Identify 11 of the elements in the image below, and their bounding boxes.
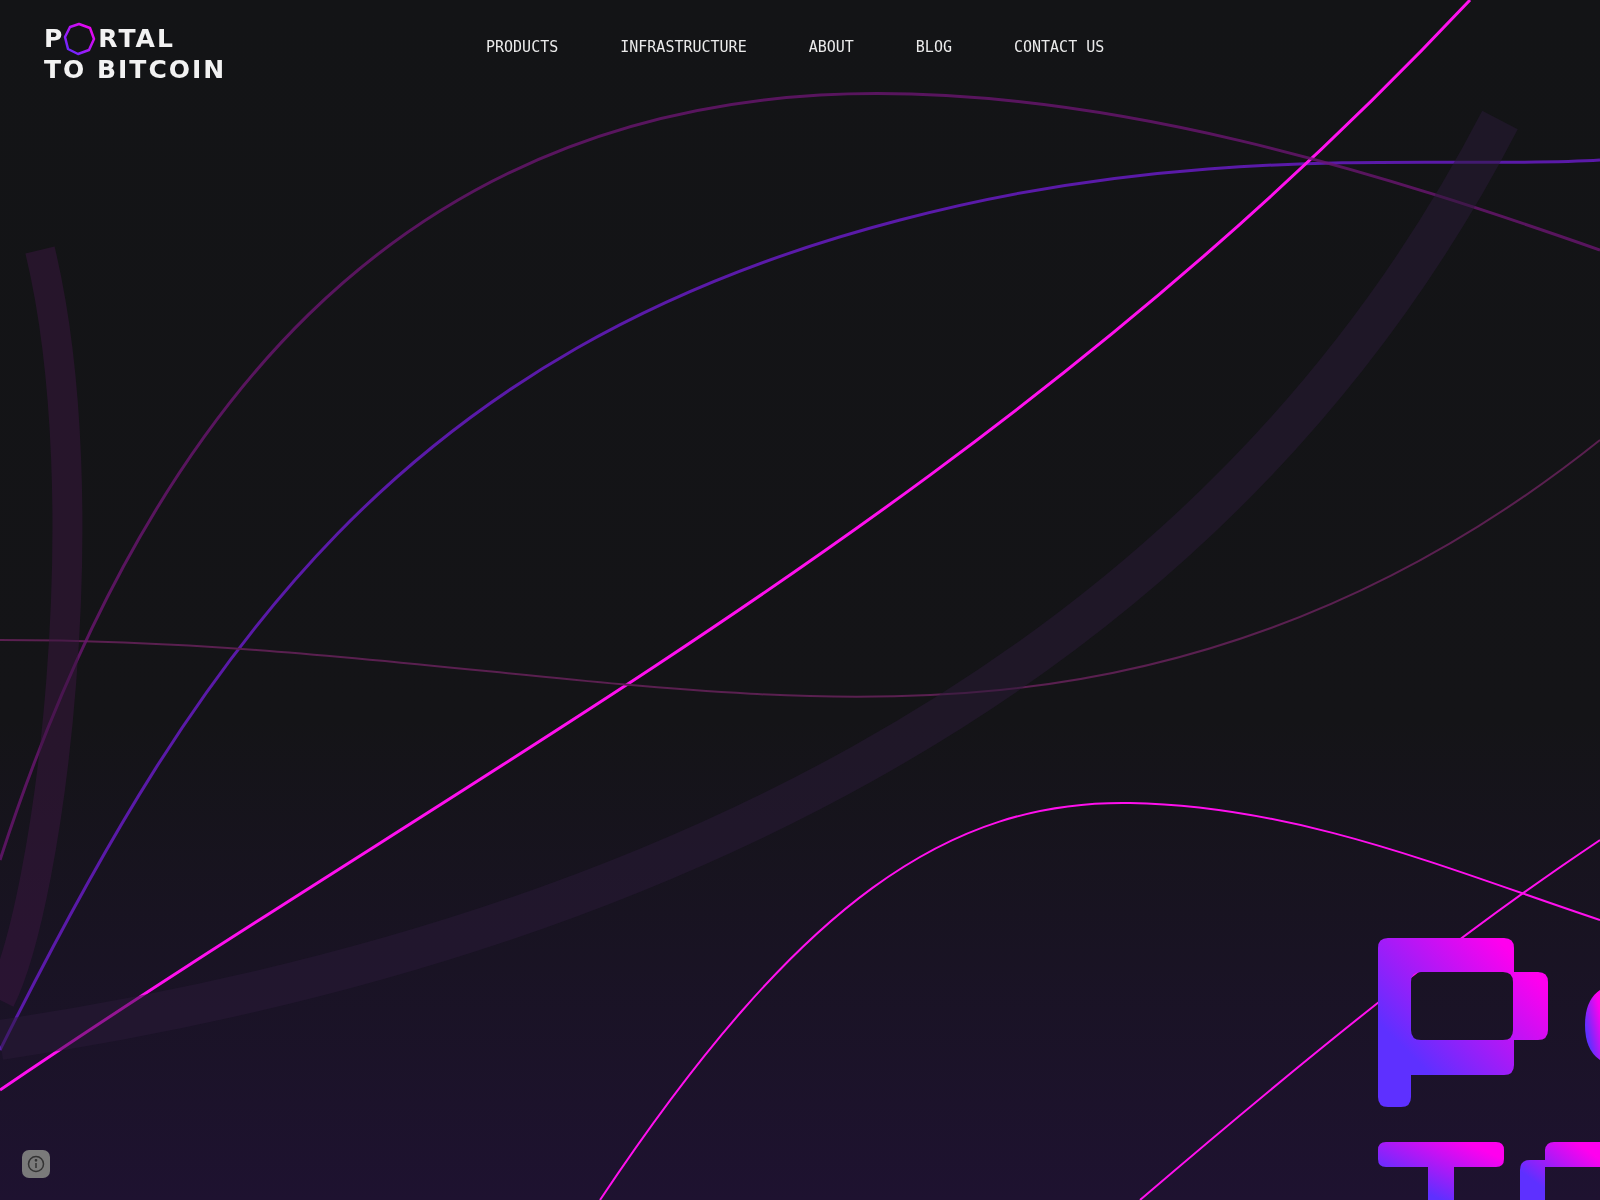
nav-link[interactable]: PRODUCTS [486, 38, 559, 56]
info-icon [27, 1155, 45, 1173]
nav-link[interactable]: BLOG [915, 38, 952, 56]
nav-link[interactable]: ABOUT [808, 38, 854, 56]
logo-text[interactable]: RTAL [98, 27, 175, 51]
ring-icon [62, 22, 97, 56]
nav-link[interactable]: INFRASTRUCTURE [620, 38, 747, 56]
logo-subtitle[interactable]: TO BITCOIN [44, 58, 444, 82]
nav-link[interactable]: CONTACT US [1013, 38, 1105, 56]
logo-text[interactable]: P [44, 27, 65, 51]
info-button[interactable] [22, 1150, 50, 1178]
